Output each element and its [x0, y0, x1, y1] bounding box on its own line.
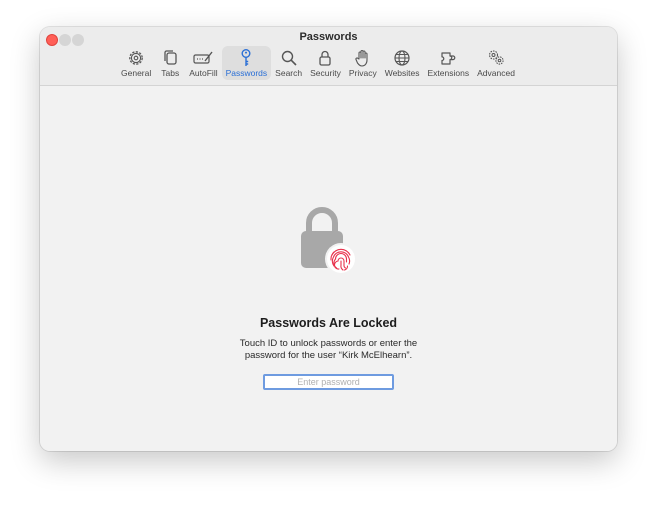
tab-passwords[interactable]: Passwords [221, 46, 272, 80]
locked-graphic [298, 206, 360, 276]
tabs-icon [164, 50, 177, 65]
title-bar: Passwords General Tabs AutoFill Password… [40, 27, 617, 86]
tab-passwords-label: Passwords [225, 68, 268, 78]
search-icon [281, 50, 297, 66]
tab-websites-label: Websites [384, 68, 420, 78]
tab-advanced-label: Advanced [477, 68, 515, 78]
tab-extensions-label: Extensions [427, 68, 470, 78]
tab-general-label: General [121, 68, 152, 78]
tab-privacy-label: Privacy [348, 68, 377, 78]
tab-tabs[interactable]: Tabs [155, 46, 185, 80]
globe-icon [394, 50, 410, 66]
tab-tabs-label: Tabs [161, 68, 180, 78]
tab-privacy[interactable]: Privacy [345, 46, 381, 80]
locked-description: Touch ID to unlock passwords or enter th… [239, 338, 418, 361]
tab-extensions[interactable]: Extensions [424, 46, 474, 80]
tab-autofill[interactable]: AutoFill [185, 46, 221, 80]
locked-title: Passwords Are Locked [259, 316, 398, 330]
gear-icon [129, 51, 143, 65]
tab-general[interactable]: General [117, 46, 155, 80]
puzzle-icon [441, 52, 456, 65]
hand-icon [355, 49, 368, 67]
passwords-pane: Passwords Are Locked Touch ID to unlock … [40, 86, 617, 451]
fingerprint-icon [325, 243, 357, 275]
tab-advanced[interactable]: Advanced [473, 46, 519, 80]
key-icon [241, 49, 251, 66]
preferences-window: Passwords General Tabs AutoFill Password… [40, 27, 617, 451]
tab-security[interactable]: Security [306, 46, 345, 80]
tab-websites[interactable]: Websites [381, 46, 424, 80]
tab-search-label: Search [275, 68, 303, 78]
window-title: Passwords [299, 31, 358, 43]
autofill-icon [193, 51, 213, 64]
tab-search[interactable]: Search [271, 46, 306, 80]
tab-autofill-label: AutoFill [189, 68, 218, 78]
tab-security-label: Security [310, 68, 341, 78]
gears-icon [488, 50, 504, 65]
preferences-toolbar: General Tabs AutoFill Passwords Search S… [117, 46, 519, 82]
password-field[interactable] [263, 374, 394, 390]
lock-icon [319, 50, 332, 66]
